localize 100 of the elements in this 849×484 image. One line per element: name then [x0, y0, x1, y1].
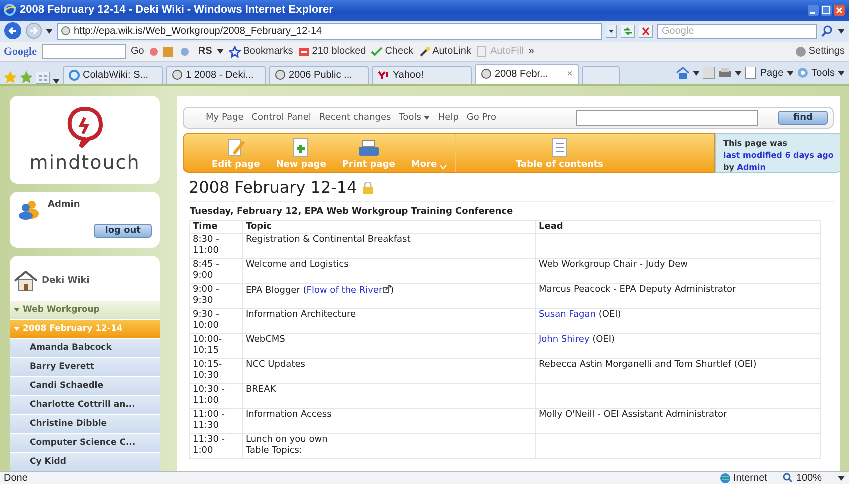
caret-icon [424, 116, 430, 120]
address-field[interactable]: http://epa.wik.is/Web_Workgroup/2008_February_12-14 [57, 22, 602, 40]
nav-item[interactable]: Christine Dibble [10, 414, 160, 434]
cell-text: 11:00 - [193, 410, 226, 421]
nav-link[interactable]: My Page [206, 113, 244, 124]
status-text: Done [4, 472, 28, 484]
gear-icon [796, 67, 809, 80]
caret-icon[interactable] [786, 70, 794, 76]
nav-link[interactable]: Control Panel [252, 113, 312, 124]
find-field[interactable] [576, 110, 758, 126]
toolbar-button[interactable]: AutoLink [418, 46, 472, 58]
toolbar-button[interactable]: 210 blocked [298, 46, 366, 58]
globe-icon [720, 472, 730, 484]
person-link[interactable]: John Shirey [539, 335, 590, 346]
ie-logo-icon [4, 4, 16, 16]
nav-item[interactable]: Barry Everett [10, 357, 160, 376]
find-button[interactable]: find [778, 111, 828, 126]
lock-icon [362, 182, 374, 194]
search-icon[interactable] [821, 24, 834, 38]
caret-icon[interactable] [735, 70, 742, 76]
nav-item[interactable]: Candi Schaedle [10, 376, 160, 396]
caret-icon[interactable] [693, 70, 700, 76]
author-link[interactable]: Admin [737, 163, 766, 172]
cell-text: Registration & Continental Breakfast [246, 235, 412, 246]
caret-icon[interactable] [46, 28, 53, 34]
external-link-icon [382, 285, 391, 294]
maximize-icon[interactable] [821, 4, 832, 16]
cell-text: 10:30 - [193, 385, 226, 396]
house-icon[interactable] [14, 271, 38, 292]
cell-text: 9:00 - [193, 285, 220, 296]
logo-wordmark: mindtouch [30, 152, 140, 174]
dropdown-icon[interactable] [606, 24, 617, 38]
toolbar-button[interactable]: Bookmarks [229, 46, 294, 58]
column-header: Topic [246, 222, 272, 232]
cell-text: Molly O'Neill - OEI Assistant Administrator [539, 410, 728, 422]
cell-text: WebCMS [246, 335, 286, 346]
favorites-star-icon[interactable] [4, 71, 17, 84]
go-button[interactable]: Go [131, 46, 144, 58]
popup-blocked-icon [298, 46, 310, 58]
cell-text: Information Architecture [246, 310, 358, 322]
browser-tab[interactable]: 1 2008 - Deki... [166, 66, 266, 84]
security-zone: Internet [720, 472, 768, 484]
form-icon [476, 46, 488, 58]
page-menu[interactable]: Page [760, 68, 784, 79]
settings-button[interactable]: Settings [794, 46, 845, 58]
close-icon[interactable] [834, 4, 845, 16]
back-icon[interactable] [4, 22, 22, 40]
cell-text: 9:00 [193, 271, 214, 282]
search-field[interactable]: Google [657, 24, 817, 39]
caret-icon[interactable] [838, 476, 845, 481]
magnifier-icon [783, 473, 794, 484]
home-link[interactable]: Deki Wiki [42, 276, 90, 286]
cell-text: 9:30 [193, 296, 214, 308]
browser-tab[interactable]: 2006 Public ... [269, 66, 369, 84]
page-info-text: This page was last modified 6 days ago by Admin [714, 133, 840, 174]
cell-text: 8:45 - [193, 260, 220, 271]
cell-text: Susan Fagan (OEI) [539, 310, 622, 322]
more-button[interactable]: » [528, 46, 534, 58]
external-link[interactable]: Flow of the River [306, 286, 391, 296]
nav-item[interactable]: Charlotte Cottrill an... [10, 395, 160, 414]
nav-link[interactable]: Go Pro [466, 113, 497, 124]
nav-link[interactable]: Recent changes [319, 113, 392, 124]
browser-tab[interactable]: ColabWiki: S... [63, 66, 163, 84]
gear-icon [794, 46, 807, 58]
browser-tab[interactable]: Yahoo! [372, 66, 472, 84]
yahoo-logo-icon [378, 71, 390, 80]
person-link[interactable]: Susan Fagan [539, 310, 596, 320]
nav-item[interactable]: Cy Kidd [10, 452, 160, 472]
tools-menu[interactable]: Tools [812, 68, 835, 79]
cell-text: Marcus Peacock - EPA Deputy Administrator [539, 285, 738, 296]
cell-text: 1:00 [193, 446, 214, 458]
user-name[interactable]: Admin [48, 200, 80, 210]
caret-icon[interactable] [217, 49, 224, 54]
rs-button[interactable]: RS [198, 46, 212, 58]
last-modified-link[interactable]: last modified 6 days ago [724, 151, 834, 160]
caret-icon[interactable] [838, 70, 845, 76]
cell-text: Information Access [246, 410, 333, 422]
cell-text: 10:15 [193, 346, 220, 358]
browser-tab[interactable]: 2008 Febr... × [475, 64, 579, 84]
cell-text: 11:00 [193, 246, 220, 258]
toolbar-button[interactable]: Check [371, 46, 414, 58]
stop-icon[interactable] [639, 24, 653, 38]
minimize-icon[interactable] [808, 4, 819, 16]
google-search-field[interactable] [42, 44, 126, 60]
cell-text: 10:15- [193, 360, 224, 371]
cell-text: EPA Blogger (Flow of the River ) [246, 285, 396, 298]
nav-link[interactable]: Help [438, 113, 459, 124]
nav-item[interactable]: Web Workgroup [10, 300, 160, 320]
cell-text: NCC Updates [246, 360, 306, 372]
column-header: Time [193, 222, 218, 232]
logout-button[interactable]: log out [94, 224, 152, 238]
cell-text: Web Workgroup Chair - Judy Dew [539, 260, 690, 272]
zoom-level[interactable]: 100% [783, 472, 822, 484]
pencil-page-icon [226, 138, 246, 158]
tools-menu[interactable]: Tools [399, 113, 430, 124]
caret-icon[interactable] [838, 28, 845, 34]
cell-text: 8:30 - [193, 235, 220, 246]
nav-item[interactable]: Computer Science C... [10, 433, 160, 452]
nav-item[interactable]: Amanda Babcock [10, 338, 160, 358]
close-tab-button[interactable]: × [567, 69, 573, 80]
